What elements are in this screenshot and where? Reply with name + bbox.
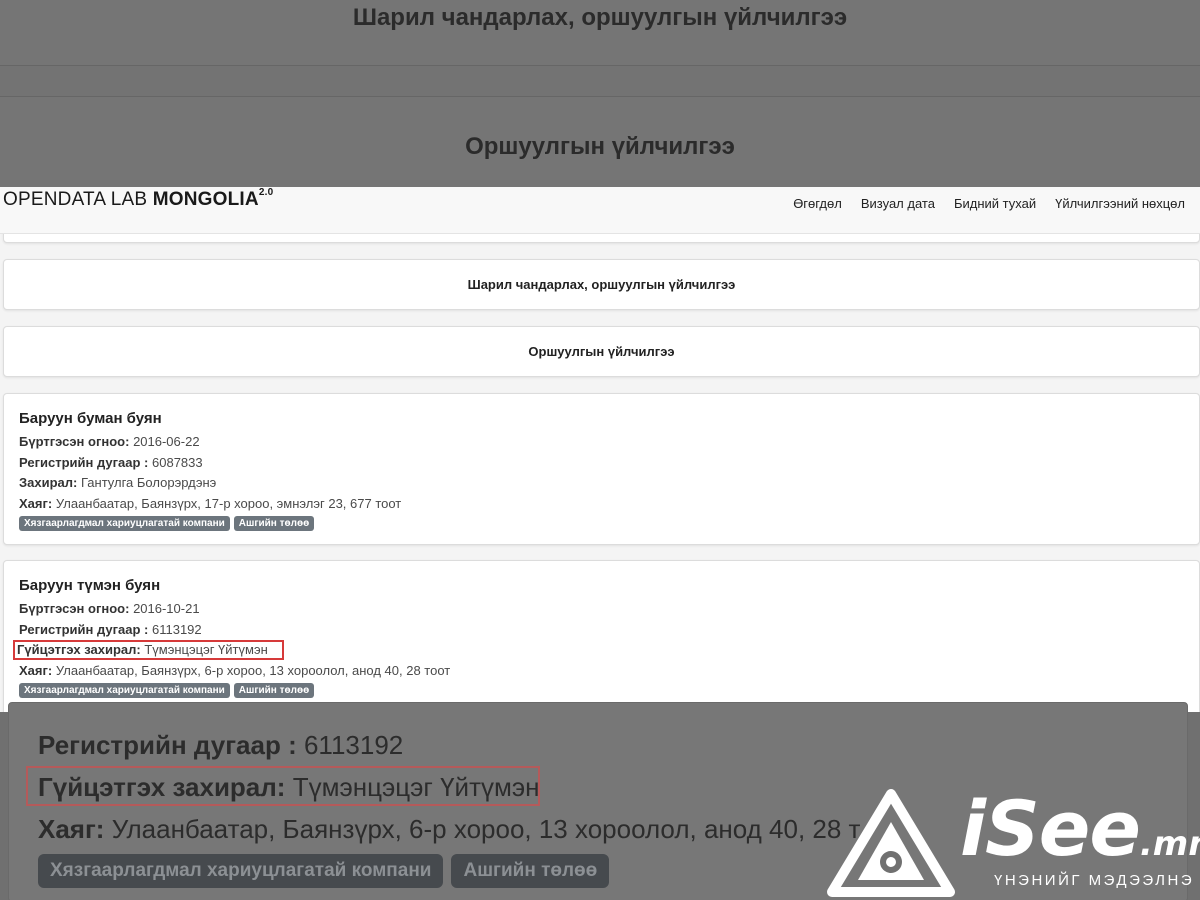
registry-number-label: Регистрийн дугаар :: [19, 621, 149, 637]
nav-link-terms[interactable]: Үйлчилгээний нөхцөл: [1055, 196, 1185, 211]
registration-date-value: 2016-10-21: [133, 601, 200, 616]
isee-logo-text: iSee.mn: [960, 784, 1200, 873]
director-label: Захирал:: [19, 475, 78, 490]
zoom-company-type-badge: Хязгаарлагдмал хариуцлагатай компани: [38, 854, 444, 888]
company-type-badge: Хязгаарлагдмал хариуцлагатай компани: [19, 516, 230, 531]
director-highlight-box: Гүйцэтгэх захирал: Түмэнцэцэг Үйтүмэн: [13, 640, 284, 660]
address-value: Улаанбаатар, Баянзүрх, 17-р хороо, эмнэл…: [55, 495, 402, 511]
isee-tagline: ҮНЭНИЙГ МЭДЭЭЛНЭ: [994, 872, 1195, 889]
zoom-registry-label: Регистрийн дугаар :: [38, 730, 297, 760]
background-top-overlay: Шарил чандарлах, оршуулгын үйлчилгээ Орш…: [0, 0, 1200, 187]
subcategory-title: Оршуулгын үйлчилгээ: [528, 344, 675, 359]
brand-logo[interactable]: OPENDATA LAB MONGOLIA2.0: [3, 187, 274, 211]
address-row: Хаяг: Улаанбаатар, Баянзүрх, 17-р хороо,…: [19, 494, 1184, 515]
registration-date-label: Бүртгэсэн огноо:: [19, 601, 130, 616]
zoom-address-row: Хаяг: Улаанбаатар, Баянзүрх, 6-р хороо, …: [38, 814, 860, 845]
registration-date-row: Бүртгэсэн огноо: 2016-06-22: [19, 432, 1184, 453]
director-label: Гүйцэтгэх захирал:: [17, 642, 141, 657]
company-name[interactable]: Баруун түмэн буян: [19, 577, 1184, 595]
nav-link-data[interactable]: Өгөгдөл: [793, 196, 842, 211]
company-name[interactable]: Баруун буман буян: [19, 410, 1184, 428]
isee-logo-icon: [827, 789, 955, 897]
company-card: Баруун буман буян Бүртгэсэн огноо: 2016-…: [3, 393, 1200, 545]
registration-date-label: Бүртгэсэн огноо:: [19, 434, 130, 449]
subcategory-panel[interactable]: Оршуулгын үйлчилгээ: [3, 326, 1200, 377]
zoom-registry-row: Регистрийн дугаар : 6113192: [38, 730, 403, 761]
profit-type-badge: Ашгийн төлөө: [233, 516, 315, 531]
address-label: Хаяг:: [19, 495, 53, 511]
opendata-screenshot: OPENDATA LAB MONGOLIA2.0 Өгөгдөл Визуал …: [0, 187, 1200, 712]
brand-bold: MONGOLIA: [152, 189, 259, 210]
director-row: Гүйцэтгэх захирал: Түмэнцэцэг Үйтүмэн: [13, 640, 1184, 661]
zoom-address-value: Улаанбаатар, Баянзүрх, 6-р хороо, 13 хор…: [111, 814, 861, 844]
category-title: Шарил чандарлах, оршуулгын үйлчилгээ: [467, 277, 736, 292]
zoom-director-label: Гүйцэтгэх захирал:: [38, 772, 286, 802]
director-value: Түмэнцэцэг Үйтүмэн: [144, 642, 268, 657]
registration-date-value: 2016-06-22: [133, 434, 200, 449]
zoom-address-label: Хаяг:: [38, 814, 105, 844]
background-subtitle-bar: Оршуулгын үйлчилгээ: [0, 96, 1200, 187]
background-title-bar: Шарил чандарлах, оршуулгын үйлчилгээ: [0, 0, 1200, 66]
profit-type-badge: Ашгийн төлөө: [233, 683, 315, 698]
registry-number-row: Регистрийн дугаар : 6087833: [19, 453, 1184, 474]
company-badges: Хязгаарлагдмал хариуцлагатай компани Ашг…: [19, 516, 1184, 531]
nav-links: Өгөгдөл Визуал дата Бидний тухай Үйлчилг…: [793, 196, 1185, 211]
company-card: Баруун түмэн буян Бүртгэсэн огноо: 2016-…: [3, 560, 1200, 712]
brand-light: OPENDATA LAB: [3, 189, 153, 210]
nav-link-about[interactable]: Бидний тухай: [954, 196, 1036, 211]
isee-watermark: iSee.mn ҮНЭНИЙГ МЭДЭЭЛНЭ: [826, 784, 1200, 898]
registry-number-label: Регистрийн дугаар :: [19, 454, 149, 470]
company-type-badge: Хязгаарлагдмал хариуцлагатай компани: [19, 683, 230, 698]
navbar: OPENDATA LAB MONGOLIA2.0 Өгөгдөл Визуал …: [0, 187, 1200, 234]
nav-link-visual-data[interactable]: Визуал дата: [861, 196, 935, 211]
zoom-badges: Хязгаарлагдмал хариуцлагатай компани Ашг…: [38, 854, 610, 888]
address-row: Хаяг: Улаанбаатар, Баянзүрх, 6-р хороо, …: [19, 661, 1184, 682]
registry-number-row: Регистрийн дугаар : 6113192: [19, 620, 1184, 641]
zoom-profit-type-badge: Ашгийн төлөө: [451, 854, 610, 888]
category-panel[interactable]: Шарил чандарлах, оршуулгын үйлчилгээ: [3, 259, 1200, 310]
zoom-director-row: Гүйцэтгэх захирал: Түмэнцэцэг Үйтүмэн: [38, 772, 539, 803]
zoom-registry-value: 6113192: [303, 730, 404, 760]
registration-date-row: Бүртгэсэн огноо: 2016-10-21: [19, 599, 1184, 620]
director-value: Гантулга Болорэрдэнэ: [80, 475, 217, 490]
registry-number-value: 6087833: [152, 454, 203, 470]
registry-number-value: 6113192: [152, 621, 202, 637]
background-subtitle: Оршуулгын үйлчилгээ: [465, 133, 735, 160]
brand-version: 2.0: [258, 187, 274, 198]
address-label: Хаяг:: [19, 662, 53, 678]
director-row: Захирал: Гантулга Болорэрдэнэ: [19, 473, 1184, 494]
zoom-director-value: Түмэнцэцэг Үйтүмэн: [292, 772, 540, 802]
background-title: Шарил чандарлах, оршуулгын үйлчилгээ: [352, 4, 848, 31]
address-value: Улаанбаатар, Баянзүрх, 6-р хороо, 13 хор…: [55, 662, 451, 678]
company-badges: Хязгаарлагдмал хариуцлагатай компани Ашг…: [19, 683, 1184, 698]
